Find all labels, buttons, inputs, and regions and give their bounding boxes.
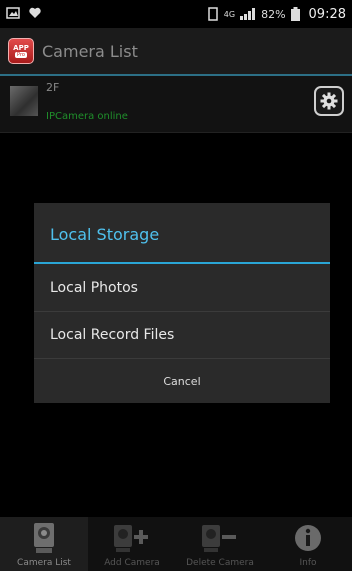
app-bar: APP Pro Camera List — [0, 28, 352, 76]
gallery-notification-icon — [6, 7, 20, 19]
page-title: Camera List — [42, 42, 138, 61]
app-logo-subtext: Pro — [15, 52, 27, 58]
cancel-button-label: Cancel — [163, 375, 201, 388]
tab-camera-list[interactable]: Camera List — [0, 517, 88, 571]
battery-percent: 82% — [261, 7, 286, 21]
dialog-item-label: Local Photos — [50, 280, 138, 296]
network-type: 4G — [223, 9, 236, 19]
clock: 09:28 — [308, 6, 346, 22]
bottom-tab-bar: Camera List Add Camera Delete Camera Inf… — [0, 517, 352, 571]
cancel-button[interactable]: Cancel — [34, 360, 330, 403]
camera-icon — [34, 523, 54, 553]
tab-label: Delete Camera — [186, 558, 254, 568]
camera-thumbnail — [10, 86, 38, 116]
dialog-title-bar: Local Storage — [34, 203, 330, 264]
tab-label: Add Camera — [104, 558, 160, 568]
phone-vibrate-icon — [208, 7, 218, 21]
dialog-item-local-photos[interactable]: Local Photos — [34, 266, 330, 312]
tab-label: Info — [299, 558, 317, 568]
local-storage-dialog: Local Storage Local Photos Local Record … — [34, 203, 330, 403]
camera-name: 2F — [46, 81, 60, 94]
add-camera-icon — [114, 525, 148, 552]
app-logo-icon: APP Pro — [8, 38, 34, 64]
status-bar-right: 4G 82% 09:28 — [207, 0, 346, 28]
status-bar: 4G 82% 09:28 — [0, 0, 352, 28]
tab-add-camera[interactable]: Add Camera — [88, 517, 176, 571]
tab-label: Camera List — [17, 558, 71, 568]
camera-list-item[interactable]: 2F IPCamera online — [0, 76, 352, 133]
camera-status: IPCamera online — [46, 111, 128, 122]
info-icon — [295, 525, 321, 551]
heart-notification-icon — [29, 7, 41, 18]
tab-info[interactable]: Info — [264, 517, 352, 571]
signal-icon — [240, 8, 256, 20]
gear-icon — [320, 92, 338, 110]
camera-settings-button[interactable] — [314, 86, 344, 116]
app-logo-text: APP — [13, 44, 29, 52]
dialog-title: Local Storage — [50, 225, 160, 244]
dialog-item-local-record-files[interactable]: Local Record Files — [34, 313, 330, 359]
dialog-item-label: Local Record Files — [50, 327, 175, 343]
tab-delete-camera[interactable]: Delete Camera — [176, 517, 264, 571]
status-bar-left — [6, 6, 42, 20]
battery-icon — [290, 7, 300, 21]
delete-camera-icon — [202, 525, 236, 552]
